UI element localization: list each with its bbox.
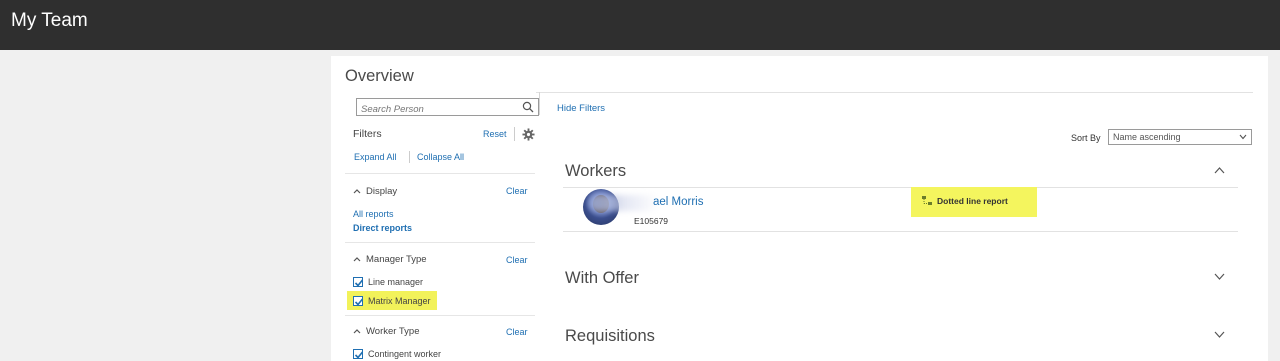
contingent-worker-label: Contingent worker: [368, 349, 442, 359]
sort-by-select[interactable]: Name ascending: [1108, 129, 1252, 145]
workers-section-title[interactable]: Workers: [565, 162, 626, 181]
dotted-line-report-badge: Dotted line report: [911, 187, 1037, 217]
reset-link[interactable]: Reset: [483, 129, 507, 139]
display-option-all-reports[interactable]: All reports: [353, 209, 394, 219]
divider: [563, 187, 1238, 188]
dotted-line-report-label: Dotted line report: [937, 196, 1008, 206]
top-header-bar: My Team: [0, 0, 1280, 50]
search-person-field[interactable]: [356, 98, 539, 118]
page-title: Overview: [345, 67, 414, 85]
worker-id: E105679: [634, 216, 669, 226]
chevron-down-icon[interactable]: [1214, 331, 1225, 339]
divider: [345, 315, 535, 316]
line-manager-checkbox[interactable]: [353, 277, 364, 287]
requisitions-section-title[interactable]: Requisitions: [565, 327, 655, 346]
matrix-manager-checkbox[interactable]: [353, 295, 364, 306]
divider: [539, 92, 540, 115]
checkmark-icon: [354, 297, 364, 306]
chevron-up-icon: [353, 329, 361, 334]
worker-type-section-label: Worker Type: [366, 326, 420, 337]
checkmark-icon: [354, 351, 364, 359]
chevron-up-icon: [353, 257, 361, 262]
dotted-line-report-icon: [922, 196, 932, 205]
collapse-all-link[interactable]: Collapse All: [417, 152, 464, 162]
contingent-worker-checkbox[interactable]: [353, 349, 364, 359]
expand-all-link[interactable]: Expand All: [354, 152, 397, 162]
hide-filters-link[interactable]: Hide Filters: [557, 103, 605, 114]
chevron-down-icon: [1239, 134, 1247, 140]
divider: [409, 151, 410, 163]
checkmark-icon: [354, 279, 364, 287]
display-section-toggle[interactable]: Display: [353, 186, 397, 197]
app-title: My Team: [11, 10, 88, 31]
line-manager-label: Line manager: [368, 277, 424, 287]
clear-manager-type-link[interactable]: Clear: [506, 255, 528, 265]
line-manager-checkbox-row[interactable]: Line manager: [353, 277, 423, 287]
divider: [514, 127, 515, 141]
worker-type-section-toggle[interactable]: Worker Type: [353, 326, 420, 337]
sort-by-value: Name ascending: [1113, 132, 1181, 142]
display-option-direct-reports[interactable]: Direct reports: [353, 223, 412, 233]
chevron-up-icon[interactable]: [1214, 166, 1225, 174]
overview-panel: Overview Hide Filters Filters Reset Expa…: [331, 56, 1268, 361]
page-margin: [1268, 56, 1280, 361]
divider: [345, 173, 535, 174]
manager-type-section-toggle[interactable]: Manager Type: [353, 254, 427, 265]
search-icon[interactable]: [522, 101, 534, 113]
filters-heading: Filters: [353, 128, 382, 140]
display-section-label: Display: [366, 186, 398, 197]
chevron-up-icon: [353, 189, 361, 194]
contingent-worker-checkbox-row[interactable]: Contingent worker: [353, 349, 441, 359]
search-input[interactable]: [357, 101, 517, 118]
sort-by-label: Sort By: [1071, 133, 1101, 143]
redacted-blur: [589, 195, 659, 211]
clear-display-link[interactable]: Clear: [506, 186, 528, 196]
chevron-down-icon[interactable]: [1214, 273, 1225, 281]
with-offer-section-title[interactable]: With Offer: [565, 269, 639, 288]
matrix-manager-label: Matrix Manager: [368, 295, 431, 306]
matrix-manager-checkbox-row[interactable]: Matrix Manager: [347, 291, 437, 310]
divider: [345, 242, 535, 243]
divider: [536, 92, 1253, 93]
worker-name-link[interactable]: ael Morris: [653, 196, 703, 208]
manager-type-section-label: Manager Type: [366, 254, 427, 265]
gear-icon[interactable]: [522, 128, 535, 141]
divider: [563, 231, 1238, 232]
clear-worker-type-link[interactable]: Clear: [506, 327, 528, 337]
